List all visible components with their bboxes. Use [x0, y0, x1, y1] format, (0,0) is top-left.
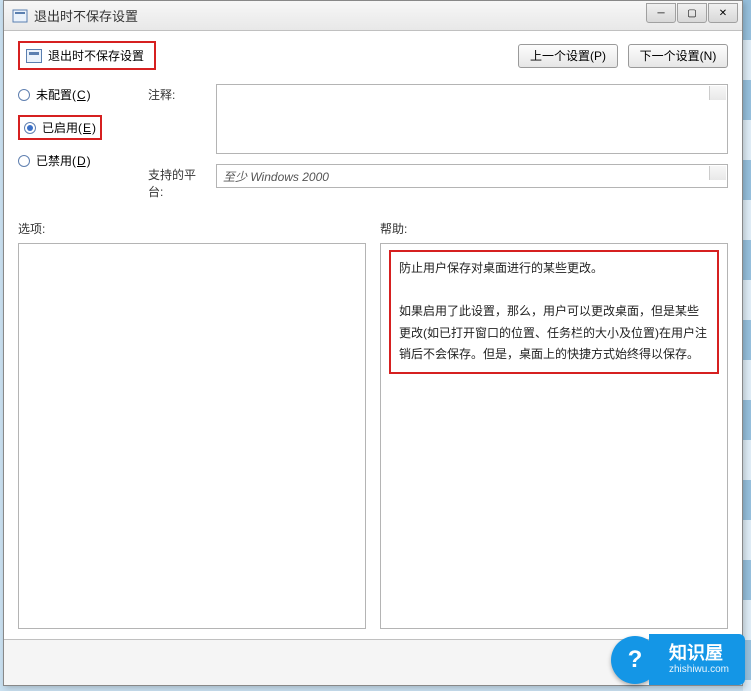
help-section: 帮助: 防止用户保存对桌面进行的某些更改。 如果启用了此设置，那么，用户可以更改… — [380, 220, 728, 629]
background-decoration — [743, 0, 751, 691]
radio-label-enabled: 已启用(E) — [42, 119, 96, 136]
next-setting-label: 下一个设置(N) — [640, 47, 717, 64]
radio-disabled[interactable]: 已禁用(D) — [18, 152, 128, 169]
fields-column: 注释: 支持的平台: 至少 Windows 2000 — [148, 84, 728, 200]
radio-circle — [18, 155, 30, 167]
platform-row: 支持的平台: 至少 Windows 2000 — [148, 164, 728, 200]
help-label: 帮助: — [380, 220, 728, 237]
options-section: 选项: — [18, 220, 366, 629]
minimize-button[interactable]: ─ — [646, 3, 676, 23]
maximize-button[interactable]: ▢ — [677, 3, 707, 23]
watermark-text: 知识屋 zhishiwu.com — [649, 634, 745, 685]
radio-not-configured[interactable]: 未配置(C) — [18, 86, 128, 103]
prev-setting-label: 上一个设置(P) — [530, 47, 606, 64]
header-row: 退出时不保存设置 上一个设置(P) 下一个设置(N) — [18, 41, 728, 70]
options-panel — [18, 243, 366, 629]
options-label: 选项: — [18, 220, 366, 237]
help-paragraph-2: 如果启用了此设置，那么，用户可以更改桌面，但是某些更改(如已打开窗口的位置、任务… — [399, 301, 709, 366]
platform-label: 支持的平台: — [148, 164, 208, 200]
app-icon — [12, 8, 28, 24]
titlebar: 退出时不保存设置 ─ ▢ ✕ — [4, 1, 742, 31]
window-controls: ─ ▢ ✕ — [645, 3, 738, 23]
platform-value: 至少 Windows 2000 — [216, 164, 728, 188]
next-setting-button[interactable]: 下一个设置(N) — [628, 44, 728, 68]
radio-label-not-configured: 未配置(C) — [36, 86, 91, 103]
radio-enabled[interactable]: 已启用(E) — [18, 115, 128, 140]
radio-label-disabled: 已禁用(D) — [36, 152, 91, 169]
policy-name-box: 退出时不保存设置 — [18, 41, 156, 70]
comment-input[interactable] — [216, 84, 728, 154]
comment-row: 注释: — [148, 84, 728, 154]
close-button[interactable]: ✕ — [708, 3, 738, 23]
watermark-url: zhishiwu.com — [669, 664, 729, 675]
radio-circle — [18, 89, 30, 101]
help-highlight: 防止用户保存对桌面进行的某些更改。 如果启用了此设置，那么，用户可以更改桌面，但… — [389, 250, 719, 374]
comment-label: 注释: — [148, 84, 208, 103]
help-panel: 防止用户保存对桌面进行的某些更改。 如果启用了此设置，那么，用户可以更改桌面，但… — [380, 243, 728, 629]
policy-dialog: 退出时不保存设置 ─ ▢ ✕ 退出时不保存设置 上一个设置(P) 下一个设置(N… — [3, 0, 743, 686]
lower-panels: 选项: 帮助: 防止用户保存对桌面进行的某些更改。 如果启用了此设置，那么，用户… — [18, 220, 728, 629]
radio-group: 未配置(C) 已启用(E) 已禁用(D) — [18, 84, 128, 181]
window-title: 退出时不保存设置 — [34, 6, 138, 25]
radio-enabled-highlight: 已启用(E) — [18, 115, 102, 140]
watermark: ? 知识屋 zhishiwu.com — [611, 634, 745, 685]
policy-name: 退出时不保存设置 — [48, 47, 144, 64]
config-row: 未配置(C) 已启用(E) 已禁用(D) 注释: — [18, 84, 728, 200]
dialog-body: 退出时不保存设置 上一个设置(P) 下一个设置(N) 未配置(C) 已启用(E) — [4, 31, 742, 639]
radio-circle-selected — [24, 122, 36, 134]
help-paragraph-1: 防止用户保存对桌面进行的某些更改。 — [399, 258, 709, 280]
help-content: 防止用户保存对桌面进行的某些更改。 如果启用了此设置，那么，用户可以更改桌面，但… — [381, 244, 727, 380]
prev-setting-button[interactable]: 上一个设置(P) — [518, 44, 618, 68]
watermark-title: 知识屋 — [669, 644, 729, 664]
policy-icon — [26, 49, 42, 63]
nav-buttons: 上一个设置(P) 下一个设置(N) — [518, 44, 728, 68]
